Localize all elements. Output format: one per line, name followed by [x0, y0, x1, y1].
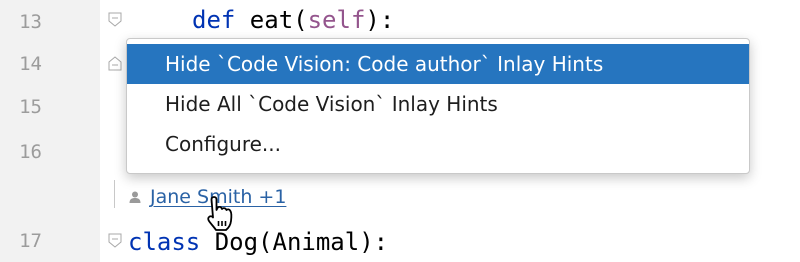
menu-item-hide-code-author[interactable]: Hide `Code Vision: Code author` Inlay Hi…: [127, 44, 749, 84]
fold-guide: [114, 180, 115, 208]
code-line-17[interactable]: class Dog(Animal):: [128, 227, 388, 257]
line-number: 17: [19, 230, 42, 252]
self-param: self: [307, 6, 366, 34]
person-icon: [129, 191, 141, 203]
code-line-13[interactable]: def eat(self):: [192, 5, 394, 35]
keyword: class: [128, 228, 201, 256]
line-number: 13: [19, 11, 42, 33]
line-number: 15: [19, 96, 42, 118]
menu-item-hide-all-code-vision[interactable]: Hide All `Code Vision` Inlay Hints: [127, 84, 749, 124]
fold-icon[interactable]: [108, 56, 122, 71]
hand-cursor-icon: [207, 196, 233, 231]
fold-icon[interactable]: [108, 12, 122, 27]
code-text: ):: [365, 6, 395, 34]
menu-item-configure[interactable]: Configure...: [127, 124, 749, 164]
line-number: 16: [19, 141, 42, 163]
function-signature: eat(: [235, 6, 308, 34]
keyword: def: [192, 6, 236, 34]
editor-gutter: [0, 0, 100, 262]
line-number: 14: [19, 53, 42, 75]
fold-icon[interactable]: [108, 233, 122, 248]
inlay-hints-context-menu: Hide `Code Vision: Code author` Inlay Hi…: [126, 38, 750, 174]
